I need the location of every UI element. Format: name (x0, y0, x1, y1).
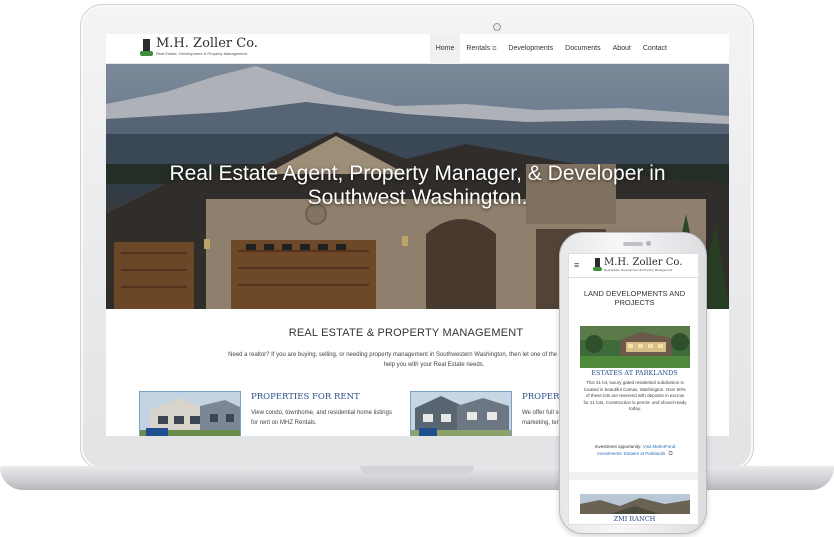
nav-label: Documents (565, 45, 601, 52)
rentals-card-image[interactable] (139, 391, 241, 436)
nav-label: Developments (508, 45, 554, 52)
parklands-image[interactable] (580, 326, 690, 368)
phone-speaker-icon (623, 242, 643, 246)
site-header: M.H. Zoller Co. Real Estate, Development… (106, 34, 729, 64)
mobile-divider (569, 472, 698, 480)
parklands-title[interactable]: ESTATES AT PARKLANDS (569, 369, 698, 377)
phone-screen: ≡ M.H. Zoller Co. Real Estate, Developme… (568, 253, 699, 525)
nav-item-developments[interactable]: Developments (502, 34, 559, 64)
investment-label: Investment opportunity: (594, 444, 642, 449)
nav-item-rentals[interactable]: Rentals ⧉ (460, 34, 502, 64)
zmi-ranch-image[interactable] (580, 494, 690, 514)
camera-icon (493, 23, 501, 31)
logo-tagline: Real Estate, Development & Property Mana… (156, 51, 247, 56)
mobile-header: ≡ M.H. Zoller Co. Real Estate, Developme… (569, 254, 698, 278)
rentals-card-title[interactable]: PROPERTIES FOR RENT (251, 392, 360, 402)
zmi-ranch-title[interactable]: ZMI RANCH (569, 515, 698, 523)
nav-item-home[interactable]: Home (429, 34, 461, 64)
nav-label: Rentals (466, 45, 491, 52)
rentals-card-text: View condo, townhome, and residential ho… (251, 410, 392, 426)
nav-label: Contact (642, 45, 667, 52)
mobile-logo[interactable]: M.H. Zoller Co. Real Estate, Development… (593, 257, 682, 273)
management-card-image[interactable] (410, 391, 512, 436)
hero-title: Real Estate Agent, Property Manager, & D… (169, 162, 666, 209)
main-nav: Home Rentals ⧉ Developments Documents Abo… (429, 34, 673, 64)
external-link-icon: ⧉ (668, 450, 673, 457)
logo-name: M.H. Zoller Co. (604, 257, 683, 268)
logo-mark-icon (593, 257, 602, 272)
mobile-heading: LAND DEVELOPMENTS AND PROJECTS (583, 289, 686, 307)
nav-item-contact[interactable]: Contact (637, 34, 673, 64)
external-link-icon: ⧉ (492, 46, 497, 52)
phone-frame: ≡ M.H. Zoller Co. Real Estate, Developme… (559, 232, 707, 534)
nav-label: Home (435, 45, 455, 52)
logo-tagline: Real Estate, Development & Property Mana… (604, 268, 673, 272)
site-logo[interactable]: M.H. Zoller Co. Real Estate, Development… (140, 37, 258, 61)
hamburger-menu-icon[interactable]: ≡ (574, 260, 579, 270)
parklands-text: This 41 lot, luxury gated residential su… (583, 380, 687, 412)
nav-label: About (612, 45, 631, 52)
logo-mark-icon (140, 37, 153, 57)
investment-line: Investment opportunity: Visit Mark4Fund … (583, 444, 687, 457)
nav-item-about[interactable]: About (607, 34, 637, 64)
logo-name: M.H. Zoller Co. (156, 36, 258, 51)
camera-icon (646, 241, 651, 246)
laptop-notch (360, 466, 474, 474)
nav-item-documents[interactable]: Documents (559, 34, 606, 64)
